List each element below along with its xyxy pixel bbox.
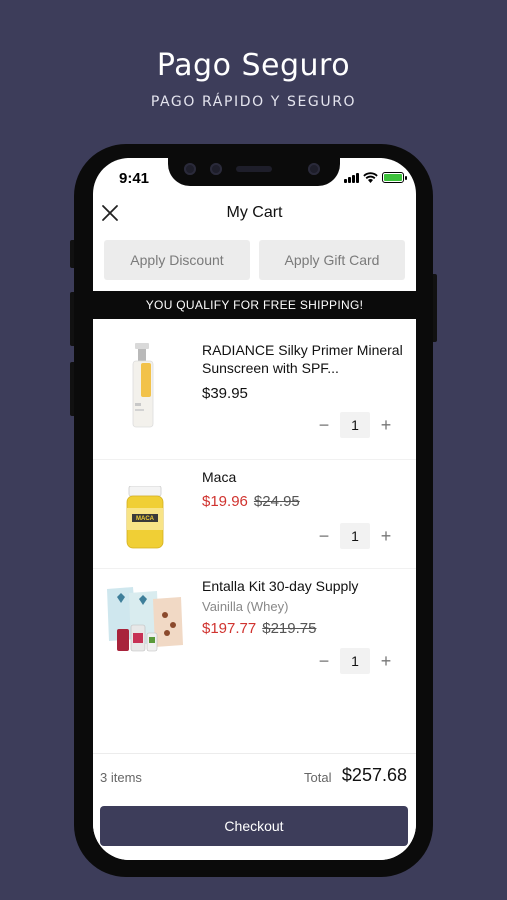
- cart-summary: 3 items Total $257.68 Checkout: [93, 753, 416, 860]
- quantity-value[interactable]: 1: [340, 412, 370, 438]
- product-image-sunscreen[interactable]: [123, 343, 163, 429]
- phone-screen: 9:41 My Cart Apply Discount Apply Gift C…: [93, 158, 416, 860]
- increase-quantity-button[interactable]: +: [377, 652, 395, 670]
- increase-quantity-button[interactable]: +: [377, 416, 395, 434]
- cart-item: Entalla Kit 30-day Supply Vainilla (Whey…: [93, 569, 416, 699]
- item-price-row: $197.77 $219.75: [202, 620, 316, 637]
- total-label: Total: [304, 770, 332, 785]
- quantity-value[interactable]: 1: [340, 523, 370, 549]
- product-image-maca[interactable]: MACA: [123, 486, 167, 550]
- svg-text:MACA: MACA: [136, 516, 155, 522]
- item-original-price: $24.95: [253, 493, 300, 510]
- signal-icon: [344, 172, 359, 183]
- item-sale-price: $19.96: [202, 493, 248, 510]
- cart-item: RADIANCE Silky Primer Mineral Sunscreen …: [93, 319, 416, 459]
- phone-notch: [168, 152, 340, 186]
- cart-header: My Cart: [93, 196, 416, 230]
- proximity-sensor: [308, 163, 320, 175]
- item-sale-price: $197.77: [202, 620, 257, 637]
- free-shipping-banner: YOU QUALIFY FOR FREE SHIPPING!: [93, 291, 416, 319]
- status-time: 9:41: [119, 170, 150, 187]
- battery-icon: [382, 172, 407, 183]
- page-title: My Cart: [226, 204, 283, 221]
- checkout-button[interactable]: Checkout: [100, 806, 408, 846]
- status-icons: [344, 172, 407, 183]
- front-camera: [184, 163, 196, 175]
- decrease-quantity-button[interactable]: −: [315, 527, 333, 545]
- item-variant: Vainilla (Whey): [202, 599, 289, 614]
- decrease-quantity-button[interactable]: −: [315, 652, 333, 670]
- item-name[interactable]: RADIANCE Silky Primer Mineral Sunscreen …: [202, 341, 407, 377]
- quantity-stepper: − 1 +: [315, 648, 395, 674]
- product-image-entalla-kit[interactable]: [103, 585, 187, 659]
- decrease-quantity-button[interactable]: −: [315, 416, 333, 434]
- apply-gift-card-button[interactable]: Apply Gift Card: [259, 240, 405, 280]
- item-name-text[interactable]: Maca: [202, 468, 407, 486]
- quantity-stepper: − 1 +: [315, 523, 395, 549]
- wifi-icon: [363, 172, 378, 183]
- item-price-row: $19.96 $24.95: [202, 493, 300, 510]
- hero-subtitle: PAGO RÁPIDO Y SEGURO: [150, 94, 357, 110]
- item-price: $39.95: [202, 385, 248, 402]
- items-count: 3 items: [100, 770, 142, 785]
- quantity-stepper: − 1 +: [315, 412, 395, 438]
- total-value: $257.68: [341, 765, 407, 785]
- item-original-price: $219.75: [262, 620, 317, 637]
- increase-quantity-button[interactable]: +: [377, 527, 395, 545]
- earpiece-speaker: [236, 166, 272, 172]
- quantity-value[interactable]: 1: [340, 648, 370, 674]
- item-price-row: $39.95: [202, 385, 248, 402]
- item-name[interactable]: Entalla Kit 30-day Supply: [202, 577, 407, 595]
- cart-item: MACA Maca Maca $19.96 $24.95 − 1 +: [93, 460, 416, 568]
- hero-title: Pago Seguro: [156, 48, 351, 83]
- apply-discount-button[interactable]: Apply Discount: [104, 240, 250, 280]
- front-sensor: [210, 163, 222, 175]
